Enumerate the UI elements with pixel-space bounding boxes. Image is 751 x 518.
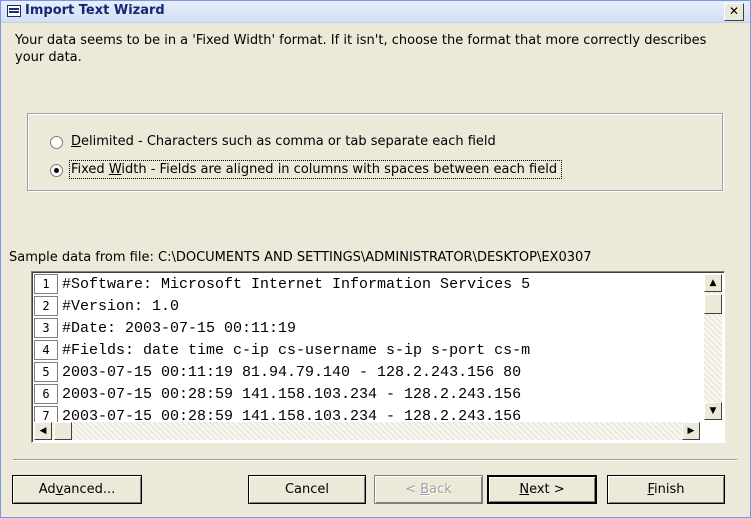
horizontal-scrollbar[interactable]: ◀ ▶ (34, 422, 700, 440)
cancel-button[interactable]: Cancel (248, 475, 366, 504)
title-bar[interactable]: Import Text Wizard ✕ (1, 1, 750, 23)
sample-data-preview[interactable]: 1 2 3 4 5 6 7 #Software: Microsoft Inter… (31, 271, 725, 443)
line-number: 1 (34, 274, 58, 294)
format-options-group: Delimited - Characters such as comma or … (27, 113, 723, 191)
finish-button[interactable]: Finish (607, 475, 725, 504)
arrow-left-icon: ◀ (39, 426, 47, 436)
vertical-scroll-thumb[interactable] (704, 294, 722, 314)
scroll-left-button[interactable]: ◀ (34, 422, 52, 440)
intro-text: Your data seems to be in a 'Fixed Width'… (15, 33, 707, 65)
sample-line: 2003-07-15 00:28:59 141.158.103.234 - 12… (62, 386, 522, 403)
scroll-up-button[interactable]: ▲ (704, 274, 722, 292)
sample-line: #Date: 2003-07-15 00:11:19 (62, 320, 297, 337)
delimited-label[interactable]: Delimited - Characters such as comma or … (71, 134, 496, 149)
button-separator (13, 459, 737, 461)
import-text-wizard-window: Import Text Wizard ✕ Your data seems to … (0, 0, 751, 518)
vertical-scrollbar[interactable]: ▲ ▼ (704, 274, 722, 420)
delimited-radio[interactable] (50, 136, 63, 149)
fixed-width-label[interactable]: Fixed Width - Fields are aligned in colu… (69, 160, 563, 179)
close-icon: ✕ (728, 4, 740, 18)
arrow-down-icon: ▼ (709, 406, 717, 416)
sample-line: #Fields: date time c-ip cs-username s-ip… (62, 342, 531, 359)
close-button[interactable]: ✕ (724, 3, 744, 21)
line-number: 4 (34, 340, 58, 360)
next-button[interactable]: Next > (487, 475, 597, 504)
sample-lines: #Software: Microsoft Internet Informatio… (62, 274, 696, 428)
window-title: Import Text Wizard (25, 3, 165, 18)
scroll-down-button[interactable]: ▼ (704, 402, 722, 420)
arrow-up-icon: ▲ (709, 278, 717, 288)
line-number: 2 (34, 296, 58, 316)
fixed-width-radio[interactable] (50, 164, 63, 177)
line-number: 3 (34, 318, 58, 338)
sample-line: 2003-07-15 00:11:19 81.94.79.140 - 128.2… (62, 364, 522, 381)
sample-data-label: Sample data from file: C:\DOCUMENTS AND … (9, 250, 592, 265)
arrow-right-icon: ▶ (687, 426, 695, 436)
line-number-gutter: 1 2 3 4 5 6 7 (34, 274, 61, 428)
table-icon (7, 5, 21, 17)
back-button[interactable]: < Back (374, 475, 483, 504)
sample-line: #Software: Microsoft Internet Informatio… (62, 276, 531, 293)
sample-line: #Version: 1.0 (62, 298, 180, 315)
line-number: 6 (34, 384, 58, 404)
scroll-right-button[interactable]: ▶ (682, 422, 700, 440)
horizontal-scroll-thumb[interactable] (54, 422, 72, 440)
line-number: 5 (34, 362, 58, 382)
advanced-button[interactable]: Advanced... (12, 475, 142, 504)
